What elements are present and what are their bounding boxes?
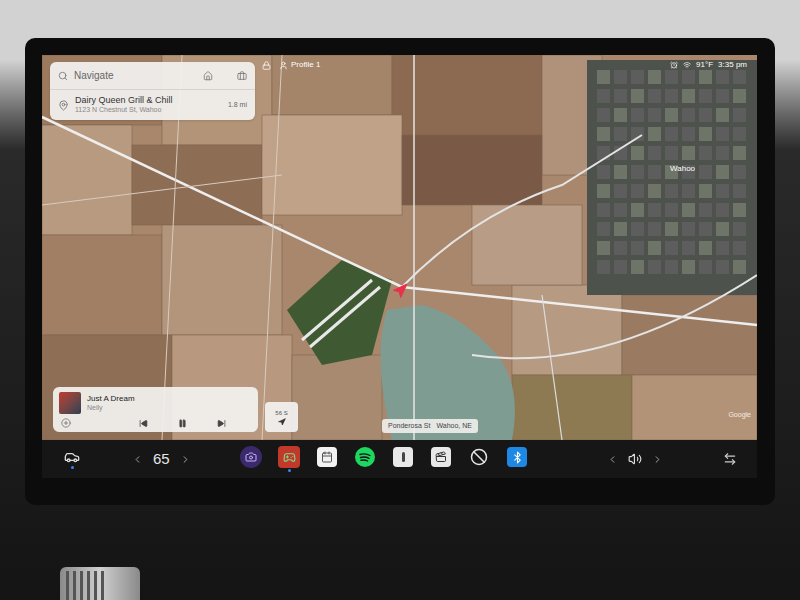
compass-heading: 56 S <box>275 409 287 418</box>
destination-address: 1123 N Chestnut St, Wahoo <box>75 106 222 115</box>
home-icon[interactable] <box>203 71 213 81</box>
add-icon[interactable] <box>61 418 71 428</box>
app-active-dot <box>288 469 291 472</box>
search-placeholder[interactable]: Navigate <box>74 68 197 83</box>
app-active-dot <box>250 469 253 472</box>
dashcam-app-icon[interactable] <box>468 446 490 468</box>
map-label: Wahoo <box>670 163 695 175</box>
pin-icon <box>58 100 69 111</box>
city-name: Wahoo, NE <box>436 421 472 432</box>
profile-name: Profile 1 <box>291 59 320 71</box>
dock-app[interactable] <box>239 446 264 472</box>
street-name: Ponderosa St <box>388 421 430 432</box>
search-icon <box>58 71 68 81</box>
location-arrow-icon <box>392 283 408 299</box>
volume-icon[interactable] <box>628 452 642 466</box>
calendar-app-icon[interactable] <box>317 447 337 467</box>
alarm-icon <box>670 61 678 69</box>
compass[interactable]: 56 S <box>265 402 298 432</box>
lock-icon[interactable] <box>262 61 271 70</box>
app-active-dot <box>478 469 481 472</box>
dock-app[interactable] <box>277 446 302 472</box>
app-active-dot <box>364 469 367 472</box>
volume-up-icon[interactable] <box>652 454 663 465</box>
compass-arrow-icon <box>278 418 286 426</box>
car-icon[interactable] <box>64 449 80 465</box>
display: Wahoo Navigate Dairy Queen Grill & Chill11… <box>42 55 757 478</box>
work-icon[interactable] <box>237 71 247 81</box>
temp-up-icon[interactable] <box>180 454 191 465</box>
app-active-dot <box>326 468 329 471</box>
spotify-icon[interactable] <box>354 446 376 468</box>
media-card[interactable]: Just A DreamNelly <box>53 387 258 432</box>
destination-distance: 1.8 mi <box>228 100 247 111</box>
map-area[interactable]: Wahoo Navigate Dairy Queen Grill & Chill11… <box>42 55 757 440</box>
location-pill: Ponderosa St Wahoo, NE <box>382 419 478 434</box>
wifi-icon <box>683 61 691 69</box>
screen-bezel: Wahoo Navigate Dairy Queen Grill & Chill11… <box>25 38 775 505</box>
user-icon <box>279 61 288 70</box>
page: Wahoo Navigate Dairy Queen Grill & Chill11… <box>0 0 800 600</box>
toybox-app-icon[interactable] <box>393 447 413 467</box>
previous-icon[interactable] <box>139 419 148 428</box>
arcade-app-icon[interactable] <box>278 446 300 468</box>
track-title: Just A Dream <box>87 394 135 404</box>
destination-row[interactable]: Dairy Queen Grill & Chill1123 N Chestnut… <box>50 90 255 120</box>
clock: 3:35 pm <box>718 59 747 71</box>
search-row[interactable]: Navigate <box>50 62 255 90</box>
profile[interactable]: Profile 1 <box>262 59 320 71</box>
dock-app[interactable] <box>429 447 454 471</box>
destination-name: Dairy Queen Grill & Chill <box>75 95 222 106</box>
dock-app[interactable] <box>353 446 378 472</box>
cabin-temperature: 65 <box>153 448 170 471</box>
map-attribution: Google <box>728 410 751 421</box>
temp-down-icon[interactable] <box>132 454 143 465</box>
search-card[interactable]: Navigate Dairy Queen Grill & Chill1123 N … <box>50 62 255 120</box>
outside-temperature: 91°F <box>696 59 713 71</box>
next-icon[interactable] <box>217 419 226 428</box>
volume-down-icon[interactable] <box>607 454 618 465</box>
track-artist: Nelly <box>87 404 135 413</box>
taskbar: 65 <box>42 440 757 478</box>
app-active-dot <box>440 468 443 471</box>
app-active-dot <box>516 468 519 471</box>
car-active-dot <box>71 466 74 469</box>
climate-control[interactable]: 65 <box>132 448 191 471</box>
pause-icon[interactable] <box>178 419 187 428</box>
dock-app[interactable] <box>467 446 492 472</box>
swap-icon[interactable] <box>723 452 737 466</box>
camera-app-icon[interactable] <box>240 446 262 468</box>
brake-pedal <box>60 567 140 600</box>
volume-control[interactable] <box>607 452 663 466</box>
location-arrow <box>392 283 408 299</box>
dock-app[interactable] <box>505 447 530 471</box>
bluetooth-app-icon[interactable] <box>507 447 527 467</box>
theater-app-icon[interactable] <box>431 447 451 467</box>
dock-app[interactable] <box>315 447 340 471</box>
status-right: 91°F 3:35 pm <box>670 59 747 71</box>
album-art <box>59 392 81 414</box>
app-dock <box>239 446 530 472</box>
dock-app[interactable] <box>391 447 416 471</box>
app-active-dot <box>402 468 405 471</box>
